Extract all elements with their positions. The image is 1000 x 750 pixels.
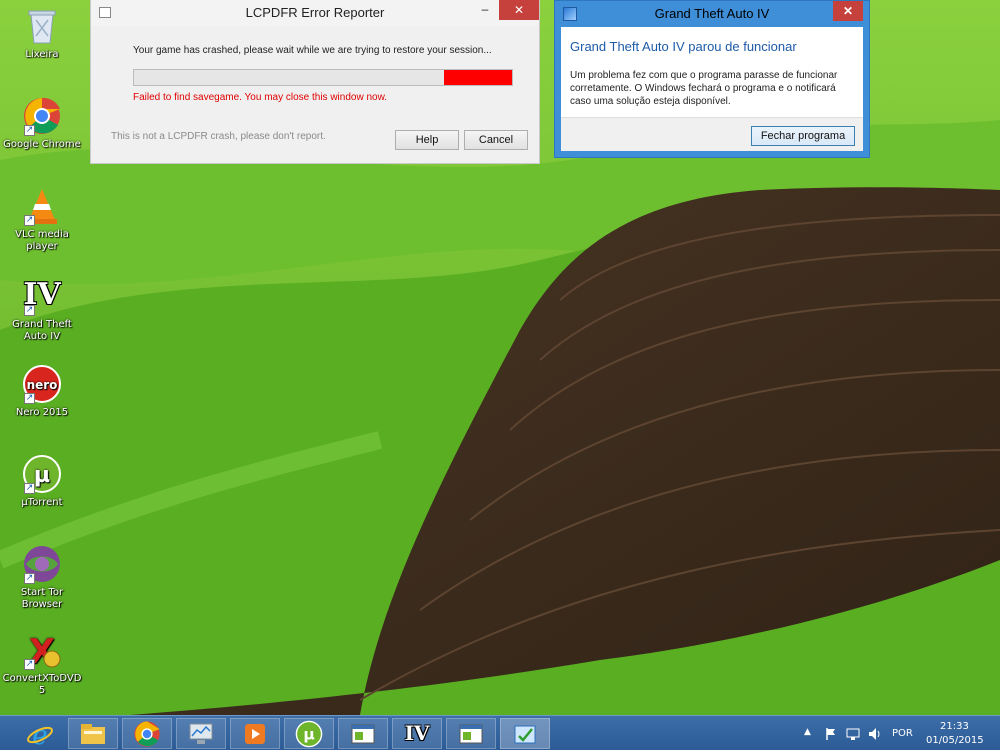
convertxtodvd-icon: X ↗ <box>22 630 62 672</box>
svg-text:e: e <box>32 721 47 749</box>
desktop-icon-tor-browser[interactable]: ↗ Start Tor Browser <box>0 544 84 611</box>
close-button[interactable]: ✕ <box>833 1 863 21</box>
shortcut-arrow-icon: ↗ <box>24 215 35 226</box>
report-note: This is not a LCPDFR crash, please don't… <box>111 131 326 142</box>
clock-date[interactable]: 01/05/2015 <box>926 735 984 746</box>
cancel-button[interactable]: Cancel <box>464 130 528 150</box>
gta-iv-icon: IV ↗ <box>23 277 61 316</box>
shortcut-arrow-icon: ↗ <box>24 659 35 670</box>
title-bar[interactable]: LCPDFR Error Reporter – □ <box>91 0 539 26</box>
shortcut-arrow-icon: ↗ <box>24 305 35 316</box>
file-explorer-icon <box>81 724 105 744</box>
recycle-bin-icon <box>22 6 62 46</box>
error-reporter-icon <box>563 7 577 21</box>
taskbar-error-reporter[interactable] <box>500 718 550 749</box>
progress-fill <box>443 70 512 85</box>
taskbar-media-player[interactable] <box>230 718 280 749</box>
gta-iv-icon: IV <box>404 721 430 745</box>
network-monitor-icon <box>189 723 213 744</box>
desktop-icon-label: ConvertXToDVD 5 <box>2 673 82 696</box>
taskbar-file-explorer[interactable] <box>68 718 118 749</box>
shortcut-arrow-icon: ↗ <box>24 393 35 404</box>
svg-text:µ: µ <box>303 726 314 744</box>
tor-browser-icon: ↗ <box>22 544 62 584</box>
title-bar[interactable]: Grand Theft Auto IV ✕ <box>555 1 869 27</box>
dialog-footer: Fechar programa <box>561 117 863 151</box>
error-reporter-icon <box>514 725 536 744</box>
chrome-icon <box>134 721 160 747</box>
window-title: LCPDFR Error Reporter <box>245 5 385 20</box>
restore-progress-bar <box>133 69 513 86</box>
desktop-icon-convertxtodvd[interactable]: X ↗ ConvertXToDVD 5 <box>0 630 84 697</box>
app-icon <box>99 7 111 18</box>
utorrent-icon: µ ↗ <box>22 454 62 494</box>
desktop-icon-recycle-bin[interactable]: Lixeira <box>0 6 84 61</box>
desktop-icon-chrome[interactable]: ↗ Google Chrome <box>0 96 84 151</box>
shortcut-arrow-icon: ↗ <box>24 483 35 494</box>
show-hidden-icons-button[interactable]: ▲ <box>804 727 811 737</box>
taskbar-app-window-1[interactable] <box>338 718 388 749</box>
taskbar: e µ IV ▲ POR 21:33 01/05/2015 <box>0 715 1000 750</box>
clock-time[interactable]: 21:33 <box>940 721 969 732</box>
desktop-icon-nero[interactable]: nero ↗ Nero 2015 <box>0 364 84 419</box>
app-window-icon <box>459 724 483 744</box>
network-icon[interactable] <box>845 727 861 741</box>
dialog-message: Um problema fez com que o programa paras… <box>570 70 838 107</box>
language-indicator[interactable]: POR <box>892 728 913 739</box>
shortcut-arrow-icon: ↗ <box>24 125 35 136</box>
desktop-icon-label: Nero 2015 <box>15 407 69 418</box>
svg-text:nero: nero <box>27 378 58 392</box>
close-program-button[interactable]: Fechar programa <box>751 126 855 146</box>
desktop-icon-label: Google Chrome <box>3 139 81 150</box>
nero-icon: nero ↗ <box>22 364 62 404</box>
volume-icon[interactable] <box>867 727 883 741</box>
close-button[interactable]: ✕ <box>499 0 539 20</box>
minimize-button[interactable]: – <box>471 0 499 20</box>
dialog-heading: Grand Theft Auto IV parou de funcionar <box>570 39 797 54</box>
desktop-icon-label: VLC media player <box>15 229 69 252</box>
error-text: Failed to find savegame. You may close t… <box>133 92 388 103</box>
svg-text:µ: µ <box>34 463 50 488</box>
taskbar-gta-iv[interactable]: IV <box>392 718 442 749</box>
dialog-body: Grand Theft Auto IV parou de funcionar U… <box>561 27 863 151</box>
desktop-icon-utorrent[interactable]: µ ↗ µTorrent <box>0 454 84 509</box>
taskbar-ie[interactable]: e <box>16 718 64 750</box>
app-window-icon <box>351 724 375 744</box>
help-button[interactable]: Help <box>395 130 459 150</box>
desktop-icon-label: Grand Theft Auto IV <box>12 319 72 342</box>
desktop-icon-label: µTorrent <box>21 497 63 508</box>
taskbar-chrome[interactable] <box>122 718 172 749</box>
utorrent-icon: µ <box>295 720 323 748</box>
vlc-icon: ↗ <box>22 186 62 226</box>
window-title: Grand Theft Auto IV <box>654 6 770 21</box>
taskbar-app-window-2[interactable] <box>446 718 496 749</box>
lcpdfr-error-reporter-window: LCPDFR Error Reporter – □ Your game has … <box>90 0 540 164</box>
desktop-icon-vlc[interactable]: ↗ VLC media player <box>0 186 84 253</box>
crash-message: Your game has crashed, please wait while… <box>133 45 492 56</box>
taskbar-network-monitor[interactable] <box>176 718 226 749</box>
chrome-icon: ↗ <box>22 96 62 136</box>
action-center-flag-icon[interactable] <box>824 727 838 741</box>
shortcut-arrow-icon: ↗ <box>24 573 35 584</box>
desktop-icon-label: Start Tor Browser <box>20 587 64 610</box>
taskbar-utorrent[interactable]: µ <box>284 718 334 749</box>
desktop-icon-gta-iv[interactable]: IV ↗ Grand Theft Auto IV <box>0 276 84 343</box>
gta-stopped-working-dialog: Grand Theft Auto IV ✕ Grand Theft Auto I… <box>554 0 870 158</box>
media-player-icon <box>245 724 265 744</box>
desktop-icon-label: Lixeira <box>25 49 59 60</box>
ie-icon: e <box>27 721 53 750</box>
